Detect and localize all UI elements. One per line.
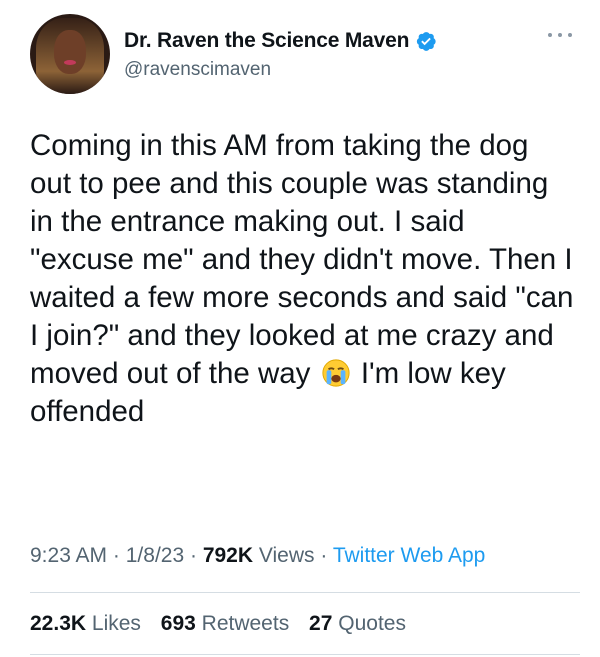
avatar[interactable] (30, 14, 110, 94)
more-options-icon[interactable] (548, 28, 572, 42)
separator: · (112, 544, 120, 567)
divider (30, 654, 580, 655)
separator: · (189, 544, 197, 567)
tweet-stats: 22.3K Likes 693 Retweets 27 Quotes (30, 612, 420, 636)
tweet-source-link[interactable]: Twitter Web App (333, 544, 486, 567)
tweet-time[interactable]: 9:23 AM (30, 544, 107, 567)
likes-stat[interactable]: 22.3K Likes (30, 612, 147, 635)
tweet-date[interactable]: 1/8/23 (126, 544, 184, 567)
quotes-count: 27 (309, 612, 333, 635)
separator: · (320, 544, 328, 567)
author-handle[interactable]: @ravenscimaven (124, 59, 271, 81)
views-label: Views (258, 544, 315, 567)
likes-label: Likes (91, 612, 141, 635)
author-name-row: Dr. Raven the Science Maven (124, 28, 437, 54)
avatar-lips (64, 60, 76, 65)
retweets-stat[interactable]: 693 Retweets (161, 612, 295, 635)
tweet: Dr. Raven the Science Maven @ravenscimav… (0, 0, 600, 657)
quotes-label: Quotes (338, 612, 406, 635)
likes-count: 22.3K (30, 612, 87, 635)
dot (558, 33, 562, 37)
avatar-face (54, 30, 86, 74)
dot (568, 33, 572, 37)
display-name[interactable]: Dr. Raven the Science Maven (124, 29, 409, 53)
loudly-crying-face-icon (322, 359, 350, 387)
tweet-text-part-1: Coming in this AM from taking the dog ou… (30, 129, 574, 390)
divider (30, 592, 580, 593)
retweets-label: Retweets (201, 612, 290, 635)
tweet-meta: 9:23 AM · 1/8/23 · 792K Views · Twitter … (30, 544, 485, 568)
verified-badge-icon (417, 32, 436, 51)
views-count: 792K (202, 544, 254, 567)
quotes-stat[interactable]: 27 Quotes (309, 612, 406, 635)
retweets-count: 693 (160, 612, 196, 635)
dot (548, 33, 552, 37)
tweet-text: Coming in this AM from taking the dog ou… (30, 127, 575, 431)
